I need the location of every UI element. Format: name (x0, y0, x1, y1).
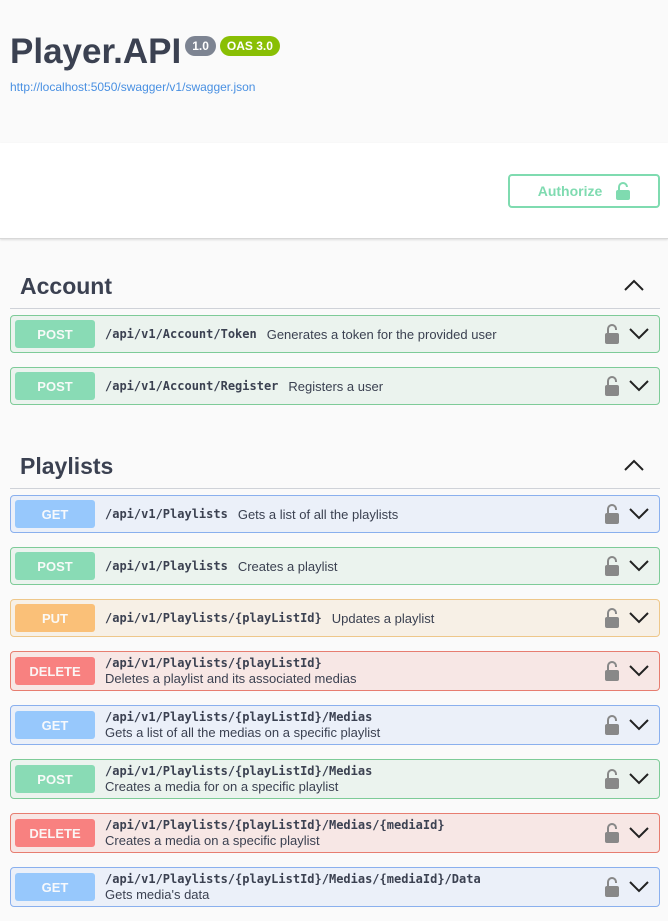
version-badge: 1.0 (185, 36, 216, 56)
operation-summary: Registers a user (288, 378, 384, 394)
lock-icon[interactable] (605, 769, 619, 789)
method-badge: POST (15, 320, 95, 348)
operation-row[interactable]: GET/api/v1/Playlists/{playListId}/Medias… (10, 867, 660, 907)
operation-path: /api/v1/Playlists/{playListId} (105, 656, 322, 670)
tag-header[interactable]: Playlists (10, 445, 660, 489)
chevron-down-icon[interactable] (629, 328, 649, 340)
tag-title: Account (20, 273, 112, 299)
method-badge: GET (15, 500, 95, 528)
operation-summary: Creates a media for on a specific playli… (105, 779, 339, 794)
operation-row[interactable]: POST/api/v1/Account/Register Registers a … (10, 367, 660, 405)
operation-path: /api/v1/Playlists/{playListId}/Medias/{m… (105, 872, 481, 886)
operation-summary: Deletes a playlist and its associated me… (105, 671, 357, 686)
operation-path: /api/v1/Playlists (105, 559, 228, 573)
operation-row[interactable]: POST/api/v1/Account/Token Generates a tok… (10, 315, 660, 353)
spec-url-link[interactable]: http://localhost:5050/swagger/v1/swagger… (10, 80, 658, 94)
method-badge: PUT (15, 604, 95, 632)
tag-title: Playlists (20, 453, 114, 479)
operation-summary: Gets media's data (105, 887, 210, 902)
lock-icon[interactable] (605, 608, 619, 628)
operation-row[interactable]: POST/api/v1/Playlists/{playListId}/Media… (10, 759, 660, 799)
lock-icon[interactable] (605, 823, 619, 843)
operation-summary: Generates a token for the provided user (266, 326, 497, 342)
operation-path: /api/v1/Playlists/{playListId}/Medias (105, 764, 373, 778)
info-header: Player.API 1.0 OAS 3.0 http://localhost:… (0, 0, 668, 143)
chevron-down-icon[interactable] (629, 665, 649, 677)
chevron-down-icon[interactable] (629, 612, 649, 624)
operation-path: /api/v1/Playlists/{playListId}/Medias (105, 710, 373, 724)
chevron-up-icon[interactable] (624, 459, 644, 471)
method-badge: POST (15, 372, 95, 400)
tag-section-playlists: Playlists GET/api/v1/Playlists Gets a list… (0, 419, 668, 907)
chevron-down-icon[interactable] (629, 773, 649, 785)
operation-row[interactable]: GET/api/v1/Playlists/{playListId}/Medias… (10, 705, 660, 745)
operation-summary: Creates a playlist (237, 558, 338, 574)
method-badge: DELETE (15, 657, 95, 685)
lock-icon[interactable] (605, 504, 619, 524)
unlock-icon (616, 182, 631, 200)
chevron-down-icon[interactable] (629, 508, 649, 520)
operation-row[interactable]: GET/api/v1/Playlists Gets a list of all t… (10, 495, 660, 533)
operation-summary: Gets a list of all the playlists (237, 506, 399, 522)
chevron-down-icon[interactable] (629, 719, 649, 731)
operation-path: /api/v1/Account/Token (105, 327, 257, 341)
operation-row[interactable]: DELETE/api/v1/Playlists/{playListId}/Med… (10, 813, 660, 853)
operation-path: /api/v1/Playlists/{playListId}/Medias/{m… (105, 818, 445, 832)
operation-path: /api/v1/Playlists (105, 507, 228, 521)
chevron-down-icon[interactable] (629, 380, 649, 392)
lock-icon[interactable] (605, 661, 619, 681)
lock-icon[interactable] (605, 376, 619, 396)
operation-row[interactable]: DELETE/api/v1/Playlists/{playListId} Dele… (10, 651, 660, 691)
operation-row[interactable]: POST/api/v1/Playlists Creates a playlist (10, 547, 660, 585)
tag-section-account: Account POST/api/v1/Account/Token Generate… (0, 239, 668, 405)
operation-summary: Gets a list of all the medias on a speci… (105, 725, 381, 740)
authorize-button[interactable]: Authorize (508, 174, 660, 208)
method-badge: POST (15, 552, 95, 580)
operation-path: /api/v1/Playlists/{playListId} (105, 611, 322, 625)
chevron-down-icon[interactable] (629, 881, 649, 893)
authorize-label: Authorize (537, 183, 603, 199)
operation-path: /api/v1/Account/Register (105, 379, 279, 393)
chevron-down-icon[interactable] (629, 560, 649, 572)
chevron-up-icon[interactable] (624, 279, 644, 291)
operation-summary: Updates a playlist (331, 610, 435, 626)
lock-icon[interactable] (605, 556, 619, 576)
chevron-down-icon[interactable] (629, 827, 649, 839)
method-badge: DELETE (15, 819, 95, 847)
lock-icon[interactable] (605, 324, 619, 344)
api-title: Player.API (10, 32, 182, 71)
method-badge: GET (15, 873, 95, 901)
lock-icon[interactable] (605, 877, 619, 897)
operation-summary: Creates a media on a specific playlist (105, 833, 320, 848)
scheme-container: Authorize (0, 143, 668, 239)
operation-row[interactable]: PUT/api/v1/Playlists/{playListId} Updates… (10, 599, 660, 637)
method-badge: POST (15, 765, 95, 793)
tag-header[interactable]: Account (10, 265, 660, 309)
oas-badge: OAS 3.0 (219, 36, 280, 56)
method-badge: GET (15, 711, 95, 739)
lock-icon[interactable] (605, 715, 619, 735)
